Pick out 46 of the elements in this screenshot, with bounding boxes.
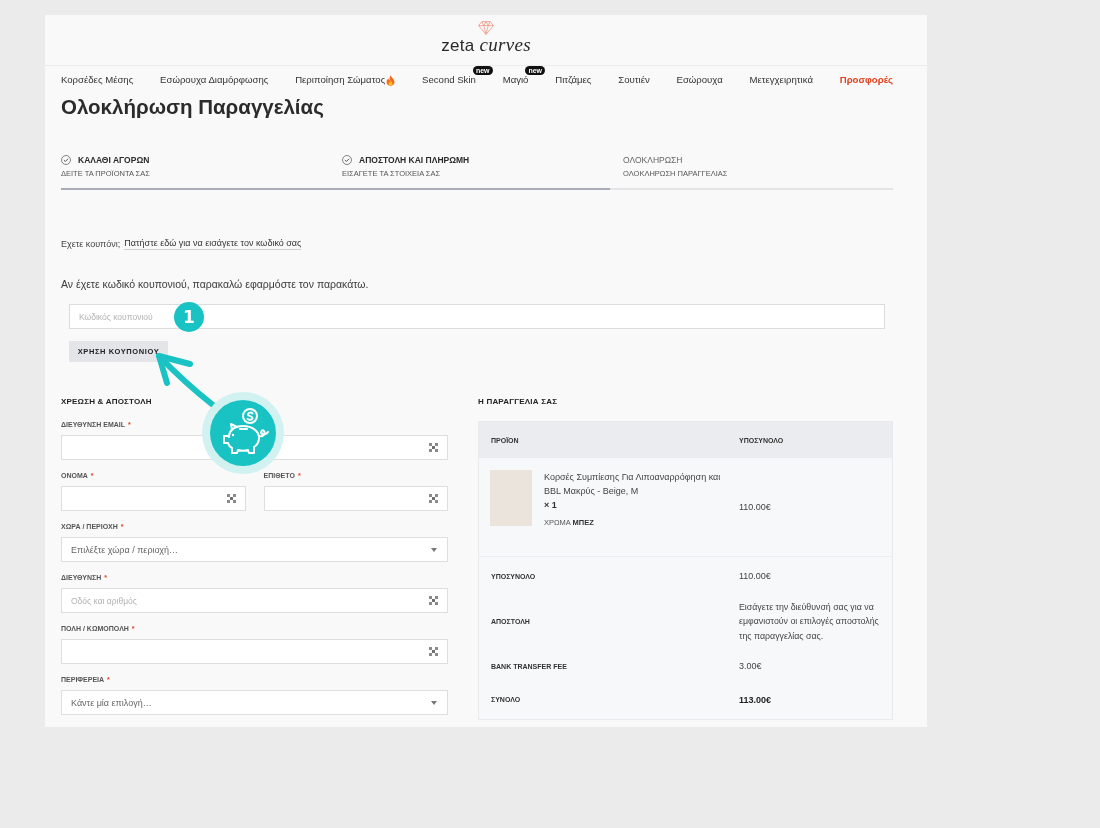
coupon-question: Εχετε κουπόνι; — [61, 238, 121, 250]
nav-link[interactable]: Πιτζάμες — [555, 73, 592, 87]
nav-link[interactable]: Μετεγχειρητικά — [749, 73, 813, 87]
coupon-instruction: Αν έχετε κωδικό κουπονιού, παρακαλώ εφαρμόστε τον παρακάτω. — [61, 278, 369, 290]
section-heading: ΧΡΕΩΣΗ & ΑΠΟΣΤΟΛΗ — [61, 397, 152, 406]
total-value: Εισάγετε την διεύθυνσή σας για να εμφανιστούν οι επιλογές αποστολής της παραγγελίας σας. — [739, 600, 880, 643]
nav-link[interactable]: Σουτιέν — [618, 73, 650, 87]
total-value: 113.00€ — [739, 693, 773, 707]
total-value: 110.00€ — [739, 570, 772, 583]
check-circle-icon — [61, 155, 71, 165]
nav-link[interactable]: Second Skin — [422, 73, 476, 87]
nav-link[interactable]: Προσφορές — [839, 73, 893, 87]
flame-icon — [386, 74, 396, 86]
step-title[interactable]: ΑΠΟΣΤΟΛΗ ΚΑΙ ΠΛΗΡΩΜΗ — [359, 155, 470, 165]
coupon-link[interactable]: Πατήστε εδώ για να εισάγετε τον κωδικό σας — [124, 238, 302, 250]
photo-placeholder — [490, 470, 532, 526]
total-value: 3.00€ — [739, 660, 763, 673]
nav-link[interactable]: Κορσέδες Μέσης — [61, 73, 134, 87]
product-name: Κορσές Συμπίεσης Για Λιποαναρρόφηση και BBL Μακρύς - Beige, M — [544, 471, 722, 498]
page-title: Ολοκλήρωση Παραγγελίας — [61, 94, 325, 120]
caret-icon — [431, 700, 437, 705]
caret-icon — [431, 547, 437, 552]
step-title[interactable]: ΚΑΛΑΘΙ ΑΓΟΡΩΝ — [78, 155, 150, 165]
nav-link[interactable]: Περιποίηση Σώματος — [295, 73, 396, 87]
section-heading: Η ΠΑΡΑΓΓΕΛΙΑ ΣΑΣ — [478, 397, 558, 406]
autofill-icon[interactable] — [429, 494, 438, 503]
nav-link[interactable]: Μαγιό — [502, 73, 529, 87]
product-subtotal: 110.00€ — [739, 502, 771, 512]
text-field[interactable] — [61, 486, 246, 511]
text-field[interactable] — [263, 486, 448, 511]
logo[interactable]: zeta curves — [441, 35, 531, 56]
step-title[interactable]: ΟΛΟΚΛΗΡΩΣΗ — [623, 155, 683, 165]
nav-link[interactable]: Εσώρουχα Διαμόρφωσης — [160, 73, 269, 87]
autofill-icon[interactable] — [226, 494, 236, 503]
autofill-icon[interactable] — [429, 443, 438, 452]
piggy-bank-icon — [210, 400, 276, 466]
check-circle-icon — [342, 155, 352, 165]
autofill-icon[interactable] — [429, 647, 438, 656]
select-field[interactable]: Κάντε μία επιλογή… — [61, 690, 448, 715]
nav-link[interactable]: Εσώρουχα — [676, 73, 723, 87]
text-field[interactable] — [61, 639, 448, 664]
text-field[interactable]: Οδός και αριθμός — [61, 588, 448, 613]
select-field[interactable]: Επιλέξτε χώρα / περιοχή… — [61, 537, 448, 562]
autofill-icon[interactable] — [429, 596, 438, 605]
diamond-icon — [478, 21, 494, 35]
product-quantity: × 1 — [544, 500, 557, 510]
